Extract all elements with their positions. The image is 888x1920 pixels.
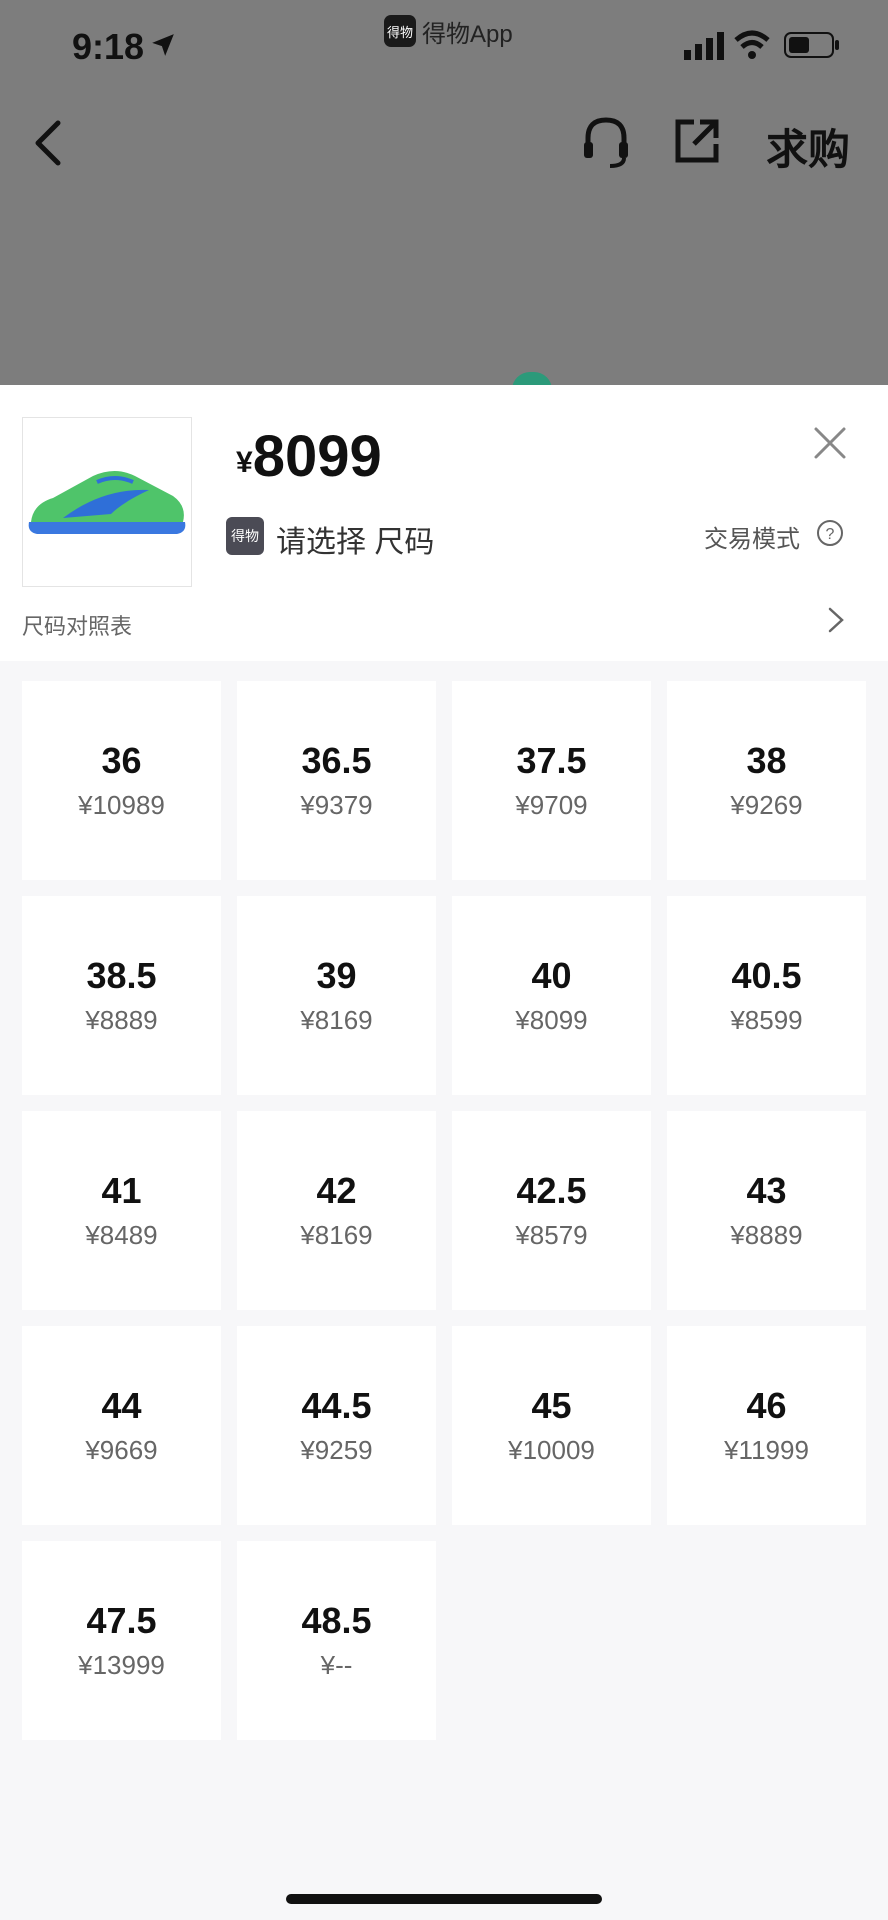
trade-mode-link[interactable]: 交易模式 xyxy=(704,519,800,554)
source-app-badge[interactable]: 得物 得物App xyxy=(384,14,513,48)
size-option[interactable]: 36.5 ¥9379 xyxy=(237,681,436,880)
size-label: 37.5 xyxy=(516,740,587,781)
size-label: 44.5 xyxy=(301,1385,372,1426)
size-price: ¥8579 xyxy=(515,1220,588,1250)
size-option[interactable]: 38 ¥9269 xyxy=(667,681,866,880)
size-label: 38.5 xyxy=(86,955,157,996)
size-label: 39 xyxy=(316,955,357,996)
size-label: 36 xyxy=(101,740,142,781)
size-option[interactable]: 46 ¥11999 xyxy=(667,1326,866,1525)
selected-price: ¥8099 xyxy=(236,423,382,490)
wifi-icon xyxy=(734,30,770,59)
size-option[interactable]: 44.5 ¥9259 xyxy=(237,1326,436,1525)
cellular-signal-icon xyxy=(684,32,724,60)
product-thumbnail xyxy=(22,417,192,587)
svg-text:?: ? xyxy=(826,526,835,543)
size-price: ¥8169 xyxy=(300,1220,373,1250)
size-label: 41 xyxy=(101,1170,142,1211)
size-label: 45 xyxy=(531,1385,572,1426)
size-option[interactable]: 48.5 ¥-- xyxy=(237,1541,436,1740)
battery-icon xyxy=(784,32,839,58)
size-label: 42 xyxy=(316,1170,357,1211)
size-price: ¥9259 xyxy=(300,1435,373,1465)
size-price: ¥13999 xyxy=(78,1650,165,1680)
location-arrow-icon xyxy=(152,34,174,56)
size-label: 38 xyxy=(746,740,787,781)
size-label: 48.5 xyxy=(301,1600,372,1641)
size-price: ¥8889 xyxy=(730,1220,803,1250)
size-option[interactable]: 42 ¥8169 xyxy=(237,1111,436,1310)
app-badge-label: 得物App xyxy=(422,20,513,48)
close-icon[interactable] xyxy=(810,423,850,463)
size-price: ¥8889 xyxy=(85,1005,158,1035)
size-option[interactable]: 45 ¥10009 xyxy=(452,1326,651,1525)
size-price: ¥8599 xyxy=(730,1005,803,1035)
size-label: 44 xyxy=(101,1385,142,1426)
size-price: ¥-- xyxy=(320,1650,353,1680)
size-price: ¥9709 xyxy=(515,790,588,820)
size-price: ¥8489 xyxy=(85,1220,158,1250)
size-option[interactable]: 40 ¥8099 xyxy=(452,896,651,1095)
size-label: 36.5 xyxy=(301,740,372,781)
home-indicator[interactable] xyxy=(286,1894,602,1904)
size-label: 43 xyxy=(746,1170,787,1211)
size-grid: 36 ¥10989 36.5 ¥9379 37.5 ¥9709 38 ¥9269 38.5 ¥88… xyxy=(22,681,866,1740)
size-label: 42.5 xyxy=(516,1170,587,1211)
status-bar: 9:18 得物 得物App xyxy=(0,0,888,90)
request-to-buy-button[interactable]: 求购 xyxy=(766,116,850,177)
size-chart-link[interactable]: 尺码对照表 xyxy=(22,609,132,641)
size-price: ¥8099 xyxy=(515,1005,588,1035)
size-option[interactable]: 47.5 ¥13999 xyxy=(22,1541,221,1740)
size-option[interactable]: 40.5 ¥8599 xyxy=(667,896,866,1095)
chevron-right-icon[interactable] xyxy=(826,605,846,635)
size-option[interactable]: 39 ¥8169 xyxy=(237,896,436,1095)
customer-service-headset-icon[interactable] xyxy=(580,114,632,170)
size-label: 40 xyxy=(531,955,572,996)
size-option[interactable]: 36 ¥10989 xyxy=(22,681,221,880)
help-circle-icon[interactable]: ? xyxy=(816,519,844,547)
size-price: ¥9669 xyxy=(85,1435,158,1465)
size-option[interactable]: 41 ¥8489 xyxy=(22,1111,221,1310)
status-time: 9:18 xyxy=(72,26,145,67)
size-price: ¥11999 xyxy=(724,1435,809,1465)
size-label: 40.5 xyxy=(731,955,802,996)
size-label: 46 xyxy=(746,1385,787,1426)
app-logo-icon: 得物 xyxy=(384,15,416,47)
size-price: ¥10989 xyxy=(78,790,165,820)
brand-badge-icon: 得物 xyxy=(226,517,264,555)
price-value: 8099 xyxy=(252,424,382,489)
size-selection-sheet: ¥8099 得物 请选择 尺码 交易模式 ? 尺码对照表 36 ¥10989 36.… xyxy=(0,385,888,1920)
size-option[interactable]: 38.5 ¥8889 xyxy=(22,896,221,1095)
size-price: ¥9269 xyxy=(730,790,803,820)
size-price: ¥10009 xyxy=(508,1435,595,1465)
size-price: ¥9379 xyxy=(300,790,373,820)
back-chevron-icon[interactable] xyxy=(28,118,68,168)
select-size-prompt: 请选择 尺码 xyxy=(276,526,435,559)
size-price: ¥8169 xyxy=(300,1005,373,1035)
sheet-header: ¥8099 得物 请选择 尺码 交易模式 ? 尺码对照表 xyxy=(0,385,888,661)
size-label: 47.5 xyxy=(86,1600,157,1641)
size-option[interactable]: 43 ¥8889 xyxy=(667,1111,866,1310)
top-nav-bar: 求购 xyxy=(0,100,888,190)
share-icon[interactable] xyxy=(672,116,722,166)
size-option[interactable]: 44 ¥9669 xyxy=(22,1326,221,1525)
size-option[interactable]: 37.5 ¥9709 xyxy=(452,681,651,880)
size-option[interactable]: 42.5 ¥8579 xyxy=(452,1111,651,1310)
currency-symbol: ¥ xyxy=(236,446,253,479)
